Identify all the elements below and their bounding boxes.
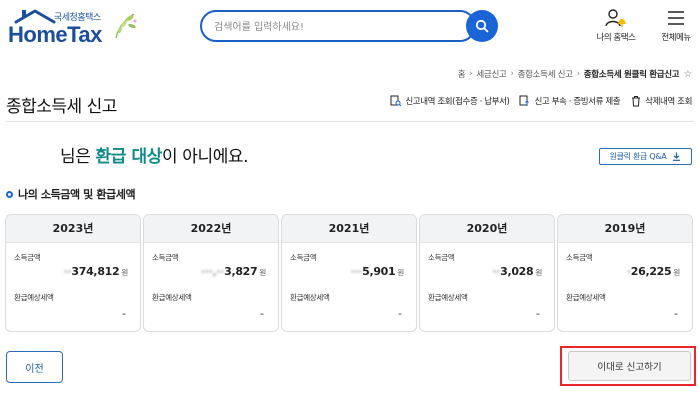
card-year: 2021년	[282, 215, 416, 243]
document-upload-icon	[519, 95, 530, 106]
message-prefix: 님은	[60, 147, 96, 167]
hometax-logo[interactable]: 국세청홈택스 HomeTax	[6, 8, 141, 47]
breadcrumb-separator: ›	[510, 69, 514, 79]
income-label: 소득금액	[290, 253, 317, 262]
income-label: 소득금액	[152, 253, 179, 262]
leaf-decoration-icon	[115, 13, 137, 39]
card-year: 2019년	[558, 215, 692, 243]
user-bell-icon	[605, 9, 626, 27]
search-button[interactable]	[466, 10, 498, 42]
my-hometax-button[interactable]: 나의 홈택스	[590, 8, 642, 46]
refund-label: 환급예상세액	[14, 293, 54, 302]
income-amount: ·26,225 원	[626, 265, 680, 278]
card-year: 2023년	[6, 215, 140, 243]
refund-qa-button[interactable]: 원클릭 환급 Q&A	[599, 148, 692, 165]
breadcrumb: 홈 › 세금신고 › 종합소득세 신고 › 종합소득세 원클릭 환급신고 ☆	[458, 68, 693, 81]
income-amount: ···,··3,827 원	[200, 265, 266, 278]
hamburger-menu-icon	[668, 11, 684, 25]
refund-label: 환급예상세액	[566, 293, 606, 302]
refund-value: -	[674, 307, 678, 320]
income-label: 소득금액	[428, 253, 455, 262]
income-amount: ··374,812 원	[63, 265, 129, 278]
income-value: 3,827	[224, 265, 258, 278]
year-card: 2019년 소득금액 ·26,225 원 환급예상세액 -	[557, 214, 693, 332]
title-links: 신고내역 조회(접수증 · 납부서) 신고 부속 · 증빙서류 제출 삭제내역 …	[390, 95, 692, 107]
refund-label: 환급예상세액	[290, 293, 330, 302]
refund-value: -	[536, 307, 540, 320]
divider	[6, 121, 694, 122]
income-label: 소득금액	[14, 253, 41, 262]
filing-history-label: 신고내역 조회(접수증 · 납부서)	[405, 97, 510, 107]
download-icon	[673, 152, 681, 161]
all-menu-label: 전체메뉴	[661, 33, 691, 43]
breadcrumb-separator: ›	[576, 69, 580, 79]
file-as-is-button[interactable]: 이대로 신고하기	[568, 351, 691, 381]
income-amount: ··3,028 원	[492, 265, 542, 278]
logo-wordmark: HomeTax	[8, 22, 102, 47]
favorite-star-icon[interactable]: ☆	[683, 69, 692, 80]
breadcrumb-separator: ›	[469, 69, 473, 79]
card-year: 2022년	[144, 215, 278, 243]
all-menu-button[interactable]: 전체메뉴	[654, 8, 698, 46]
breadcrumb-current: 종합소득세 원클릭 환급신고	[583, 70, 680, 80]
breadcrumb-tax-filing[interactable]: 세금신고	[476, 68, 506, 80]
refund-label: 환급예상세액	[152, 293, 192, 302]
submit-documents-link[interactable]: 신고 부속 · 증빙서류 제출	[519, 95, 621, 107]
income-value: 374,812	[71, 265, 120, 278]
submit-documents-label: 신고 부속 · 증빙서류 제출	[534, 97, 621, 107]
currency-unit: 원	[121, 268, 128, 277]
deleted-history-label: 삭제내역 조회	[645, 97, 692, 107]
refund-qa-label: 원클릭 환급 Q&A	[609, 152, 667, 161]
trash-icon	[632, 96, 641, 107]
refund-value: -	[260, 307, 264, 320]
currency-unit: 원	[673, 268, 680, 277]
year-card: 2022년 소득금액 ···,··3,827 원 환급예상세액 -	[143, 214, 279, 332]
section-title: 나의 소득금액 및 환급세액	[18, 188, 136, 201]
message-highlight: 환급 대상	[95, 147, 162, 167]
currency-unit: 원	[259, 268, 266, 277]
my-hometax-label: 나의 홈택스	[596, 33, 636, 43]
search-box	[200, 10, 476, 42]
currency-unit: 원	[397, 268, 404, 277]
search-icon	[475, 19, 489, 33]
refund-value: -	[122, 307, 126, 320]
previous-button[interactable]: 이전	[6, 351, 63, 383]
year-card: 2021년 소득금액 ···5,901 원 환급예상세액 -	[281, 214, 417, 332]
section-heading: 나의 소득금액 및 환급세액	[6, 186, 136, 202]
breadcrumb-home[interactable]: 홈	[458, 68, 466, 80]
refund-value: -	[398, 307, 402, 320]
refund-status-message: 님은 환급 대상이 아니에요.	[60, 142, 249, 167]
card-year: 2020년	[420, 215, 554, 243]
refund-label: 환급예상세액	[428, 293, 468, 302]
deleted-history-link[interactable]: 삭제내역 조회	[630, 95, 692, 107]
income-value: 5,901	[362, 265, 396, 278]
income-amount: ···5,901 원	[350, 265, 404, 278]
income-value: 3,028	[500, 265, 534, 278]
income-value: 26,225	[630, 265, 672, 278]
year-cards: 2023년 소득금액 ··374,812 원 환급예상세액 - 2022년 소득금…	[5, 214, 695, 332]
search-bar	[200, 10, 498, 42]
filing-history-link[interactable]: 신고내역 조회(접수증 · 납부서)	[390, 95, 510, 107]
header: 국세청홈택스 HomeTax 나의 홈택스	[0, 0, 700, 52]
message-suffix: 이 아니에요.	[161, 147, 249, 167]
document-search-icon	[390, 95, 402, 107]
year-card: 2023년 소득금액 ··374,812 원 환급예상세액 -	[5, 214, 141, 332]
breadcrumb-income-tax[interactable]: 종합소득세 신고	[518, 68, 573, 80]
page-title: 종합소득세 신고	[6, 97, 117, 117]
currency-unit: 원	[535, 268, 542, 277]
bullet-circle-icon	[6, 190, 13, 198]
year-card: 2020년 소득금액 ··3,028 원 환급예상세액 -	[419, 214, 555, 332]
income-label: 소득금액	[566, 253, 593, 262]
search-input[interactable]	[214, 18, 454, 36]
